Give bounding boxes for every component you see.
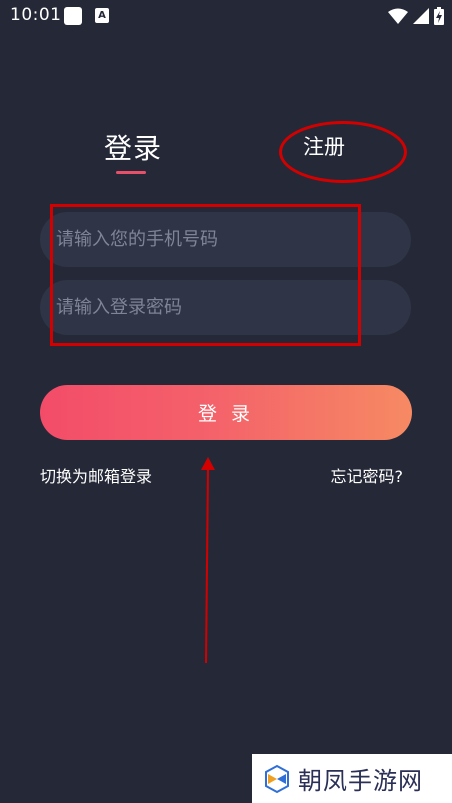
font-a-icon: A: [95, 8, 109, 23]
watermark-text: 朝凤手游网: [298, 767, 423, 795]
annotation-ellipse: [279, 121, 407, 183]
annotation-arrow-icon: [201, 457, 215, 664]
battery-charging-icon: [434, 7, 444, 25]
switch-email-login-link[interactable]: 切换为邮箱登录: [40, 463, 152, 487]
status-icons: [388, 7, 444, 25]
wifi-icon: [388, 8, 408, 24]
forgot-password-link[interactable]: 忘记密码?: [331, 463, 404, 487]
status-time: 10:01: [10, 5, 62, 25]
tab-login[interactable]: 登录: [104, 127, 162, 167]
signal-icon: [413, 8, 429, 24]
notification-square-icon: [64, 7, 82, 25]
watermark: 朝凤手游网: [252, 754, 452, 803]
login-button[interactable]: 登 录: [40, 385, 412, 440]
active-tab-indicator: [116, 171, 146, 174]
annotation-rectangle: [50, 204, 361, 346]
status-bar: 10:01 A: [0, 0, 452, 32]
watermark-logo-icon: [265, 764, 289, 793]
